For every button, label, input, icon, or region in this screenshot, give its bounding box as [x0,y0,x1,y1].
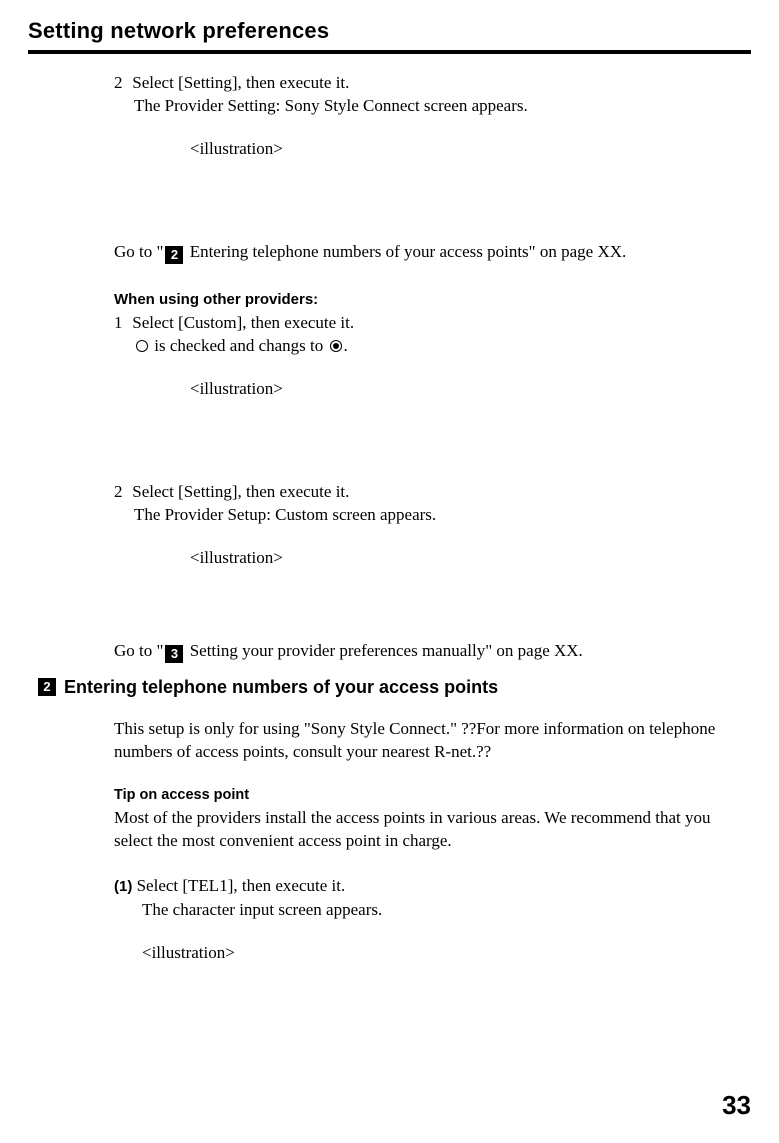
radio-unchecked-icon [136,340,148,352]
radio-checked-icon [330,340,342,352]
page-title: Setting network preferences [28,18,751,44]
goto-pre: Go to " [114,242,163,261]
goto-post: Setting your provider preferences manual… [185,641,582,660]
title-rule [28,50,751,54]
illustration-placeholder: <illustration> [190,378,741,401]
illustration-placeholder: <illustration> [190,138,741,161]
step-badge-icon: 2 [165,246,183,264]
other-step-1: 1 Select [Custom], then execute it. [114,312,741,335]
step-label: (1) [114,878,132,895]
subheading-other-providers: When using other providers: [114,290,741,310]
step-badge-icon: 3 [165,645,183,663]
page-number: 33 [722,1090,751,1121]
section-2-heading-row: 2 Entering telephone numbers of your acc… [38,677,751,698]
detail-post: . [344,336,348,355]
detail-mid: is checked and changs to [150,336,328,355]
section-2-title-text: Entering telephone numbers of your acces… [64,677,498,698]
section-2-step-1: (1) Select [TEL1], then execute it. [114,875,741,898]
section-2-body: This setup is only for using "Sony Style… [114,718,741,965]
step-text: Select [Setting], then execute it. [132,482,349,501]
step-text: Select [TEL1], then execute it. [132,876,345,895]
goto-pre: Go to " [114,641,163,660]
tip-body: Most of the providers install the access… [114,807,741,853]
step-number: 2 [114,72,128,95]
goto-post: Entering telephone numbers of your acces… [185,242,626,261]
step-2: 2 Select [Setting], then execute it. [114,72,741,95]
illustration-placeholder: <illustration> [190,547,741,570]
step-text: Select [Setting], then execute it. [132,73,349,92]
other-step-2: 2 Select [Setting], then execute it. [114,481,741,504]
section-2-paragraph: This setup is only for using "Sony Style… [114,718,741,764]
step-number: 1 [114,312,128,335]
illustration-placeholder: <illustration> [142,942,741,965]
step-text: Select [Custom], then execute it. [132,313,354,332]
goto-line: Go to "2 Entering telephone numbers of y… [114,241,741,264]
section-2-title: 2 Entering telephone numbers of your acc… [38,677,751,698]
content-area: 2 Select [Setting], then execute it. The… [114,72,741,663]
step-detail: The Provider Setting: Sony Style Connect… [134,95,741,118]
step-badge-icon: 2 [38,678,56,696]
step-detail: is checked and changs to . [134,335,741,358]
step-detail: The Provider Setup: Custom screen appear… [134,504,741,527]
tip-heading: Tip on access point [114,786,741,806]
step-number: 2 [114,481,128,504]
step-detail: The character input screen appears. [142,899,741,922]
goto-line: Go to "3 Setting your provider preferenc… [114,640,741,663]
